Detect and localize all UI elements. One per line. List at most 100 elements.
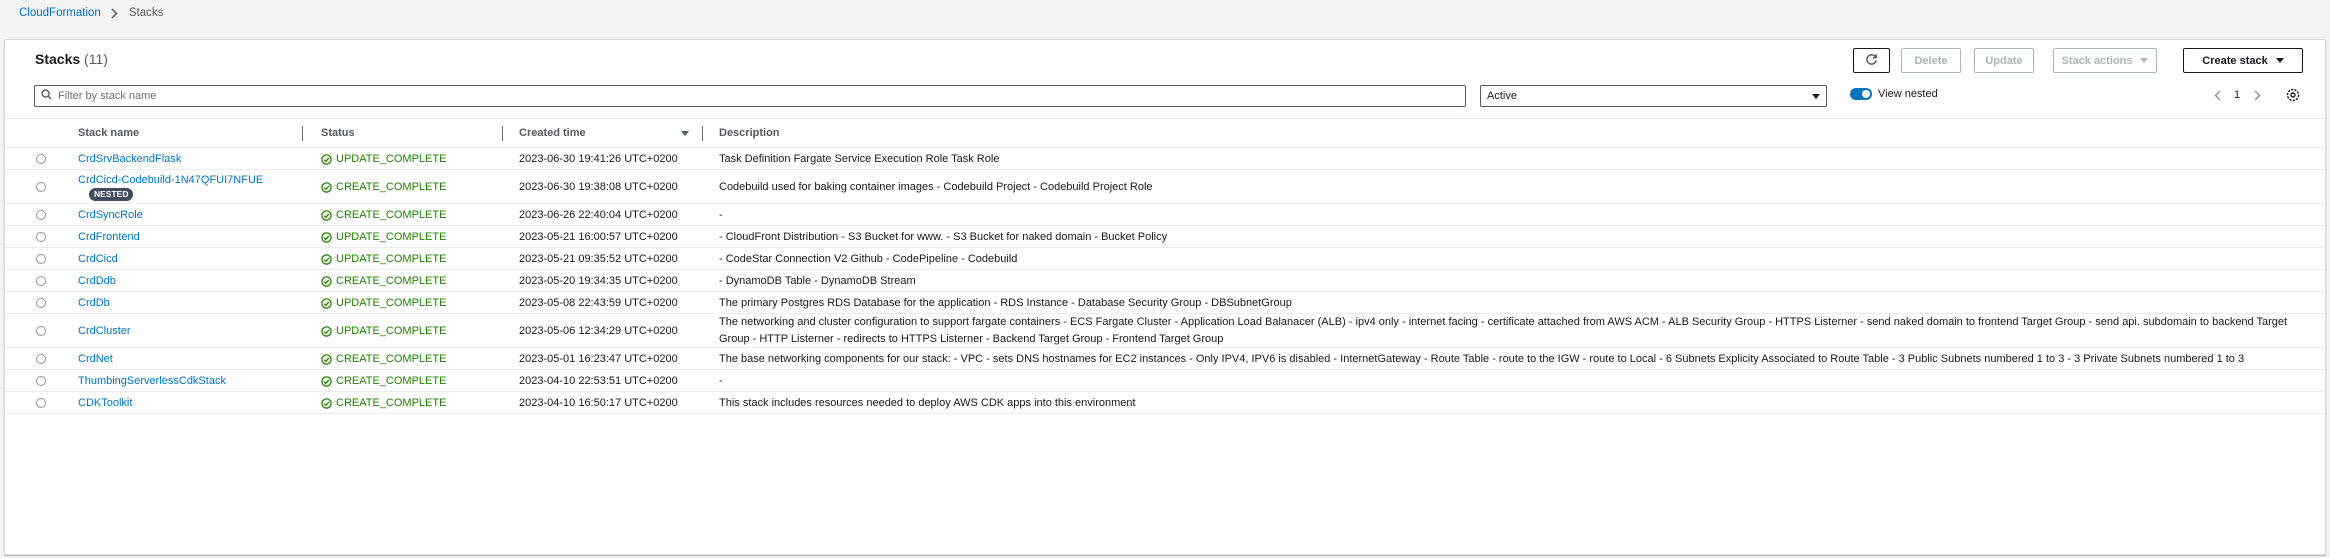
row-select-radio[interactable] bbox=[36, 276, 46, 286]
stack-name-link[interactable]: CrdSrvBackendFlask bbox=[78, 153, 181, 165]
table-row[interactable]: CrdDdb CREATE_COMPLETE 2023-05-20 19:34:… bbox=[5, 270, 2325, 292]
stack-description: Task Definition Fargate Service Executio… bbox=[719, 153, 1000, 165]
stack-actions-button[interactable]: Stack actions bbox=[2053, 48, 2157, 73]
delete-button[interactable]: Delete bbox=[1901, 48, 1961, 73]
row-select-radio[interactable] bbox=[36, 210, 46, 220]
refresh-icon bbox=[1865, 53, 1878, 69]
check-circle-icon bbox=[321, 181, 332, 193]
row-select-radio[interactable] bbox=[36, 326, 46, 336]
stacks-panel: Stacks (11) Delete Update Stack actions … bbox=[4, 39, 2326, 555]
check-circle-icon bbox=[321, 397, 332, 409]
created-time: 2023-05-21 16:00:57 UTC+0200 bbox=[519, 231, 678, 243]
column-header-description[interactable]: Description bbox=[719, 127, 780, 139]
search-input[interactable]: Filter by stack name bbox=[34, 85, 1466, 107]
breadcrumb-cloudformation-link[interactable]: CloudFormation bbox=[19, 7, 101, 19]
check-circle-icon bbox=[321, 231, 332, 243]
stack-name-link[interactable]: CrdCicd-Codebuild-1N47QFUI7NFUE bbox=[78, 174, 263, 186]
table-row[interactable]: CDKToolkit CREATE_COMPLETE 2023-04-10 16… bbox=[5, 392, 2325, 414]
stack-name-link[interactable]: CrdNet bbox=[78, 353, 113, 365]
stack-description: - bbox=[719, 375, 723, 387]
status-text: UPDATE_COMPLETE bbox=[336, 231, 447, 243]
table-row[interactable]: CrdCicd-Codebuild-1N47QFUI7NFUE NESTED C… bbox=[5, 170, 2325, 204]
chevron-right-icon[interactable] bbox=[2252, 88, 2262, 102]
search-placeholder: Filter by stack name bbox=[58, 90, 157, 102]
stack-name-link[interactable]: CrdCicd bbox=[78, 253, 118, 265]
status-text: CREATE_COMPLETE bbox=[336, 275, 447, 287]
gear-icon[interactable] bbox=[2286, 88, 2300, 102]
status-cell: UPDATE_COMPLETE bbox=[321, 325, 446, 337]
stack-actions-label: Stack actions bbox=[2061, 54, 2133, 67]
row-select-radio[interactable] bbox=[36, 376, 46, 386]
column-header-created-time[interactable]: Created time bbox=[519, 127, 586, 139]
table-row[interactable]: CrdSrvBackendFlask UPDATE_COMPLETE 2023-… bbox=[5, 148, 2325, 170]
column-resizer[interactable] bbox=[502, 126, 503, 141]
nested-badge: NESTED bbox=[89, 188, 134, 201]
view-nested-toggle[interactable] bbox=[1850, 88, 1872, 100]
table-row[interactable]: ThumbingServerlessCdkStack CREATE_COMPLE… bbox=[5, 370, 2325, 392]
stack-description: The primary Postgres RDS Database for th… bbox=[719, 297, 1292, 309]
page-number[interactable]: 1 bbox=[2234, 89, 2240, 101]
stack-name-link[interactable]: CDKToolkit bbox=[78, 397, 132, 409]
created-time: 2023-05-20 19:34:35 UTC+0200 bbox=[519, 275, 678, 287]
create-stack-button[interactable]: Create stack bbox=[2183, 48, 2303, 73]
caret-down-icon bbox=[2140, 58, 2149, 63]
column-resizer[interactable] bbox=[702, 126, 703, 141]
status-cell: CREATE_COMPLETE bbox=[321, 353, 446, 365]
stack-name-link[interactable]: CrdSyncRole bbox=[78, 209, 143, 221]
stack-name-link[interactable]: CrdFrontend bbox=[78, 231, 140, 243]
stack-description: The networking and cluster configuration… bbox=[719, 316, 2288, 345]
stack-description: - bbox=[719, 209, 723, 221]
page-title: Stacks (11) bbox=[35, 51, 108, 67]
row-select-radio[interactable] bbox=[36, 154, 46, 164]
table-row[interactable]: CrdCicd UPDATE_COMPLETE 2023-05-21 09:35… bbox=[5, 248, 2325, 270]
row-select-radio[interactable] bbox=[36, 354, 46, 364]
table-header: Stack name Status Created time Descripti… bbox=[5, 118, 2325, 148]
status-text: CREATE_COMPLETE bbox=[336, 209, 447, 221]
status-filter-select[interactable]: Active bbox=[1480, 85, 1827, 107]
stack-name-link[interactable]: CrdCluster bbox=[78, 325, 131, 337]
row-select-radio[interactable] bbox=[36, 398, 46, 408]
created-time: 2023-04-10 16:50:17 UTC+0200 bbox=[519, 397, 678, 409]
sort-descending-icon[interactable] bbox=[681, 131, 689, 136]
table-row[interactable]: CrdSyncRole CREATE_COMPLETE 2023-06-26 2… bbox=[5, 204, 2325, 226]
stack-description: - DynamoDB Table - DynamoDB Stream bbox=[719, 275, 916, 287]
stack-name-link[interactable]: ThumbingServerlessCdkStack bbox=[78, 375, 226, 387]
table-row[interactable]: CrdCluster UPDATE_COMPLETE 2023-05-06 12… bbox=[5, 314, 2325, 348]
status-cell: CREATE_COMPLETE bbox=[321, 275, 446, 287]
view-nested-label: View nested bbox=[1878, 88, 1938, 100]
caret-down-icon bbox=[2275, 58, 2284, 63]
refresh-button[interactable] bbox=[1853, 48, 1890, 73]
created-time: 2023-06-30 19:38:08 UTC+0200 bbox=[519, 181, 678, 193]
create-stack-label: Create stack bbox=[2202, 54, 2268, 67]
table-row[interactable]: CrdFrontend UPDATE_COMPLETE 2023-05-21 1… bbox=[5, 226, 2325, 248]
status-text: UPDATE_COMPLETE bbox=[336, 297, 447, 309]
stack-name-link[interactable]: CrdDdb bbox=[78, 275, 116, 287]
check-circle-icon bbox=[321, 209, 332, 221]
column-header-stack-name[interactable]: Stack name bbox=[78, 127, 139, 139]
search-icon bbox=[41, 89, 52, 103]
row-select-radio[interactable] bbox=[36, 232, 46, 242]
row-select-radio[interactable] bbox=[36, 298, 46, 308]
table-row[interactable]: CrdDb UPDATE_COMPLETE 2023-05-08 22:43:5… bbox=[5, 292, 2325, 314]
created-time: 2023-06-26 22:40:04 UTC+0200 bbox=[519, 209, 678, 221]
column-header-status[interactable]: Status bbox=[321, 127, 355, 139]
created-time: 2023-04-10 22:53:51 UTC+0200 bbox=[519, 375, 678, 387]
row-select-radio[interactable] bbox=[36, 254, 46, 264]
view-nested-toggle-group: View nested bbox=[1850, 88, 1938, 100]
table-row[interactable]: CrdNet CREATE_COMPLETE 2023-05-01 16:23:… bbox=[5, 348, 2325, 370]
check-circle-icon bbox=[321, 325, 332, 337]
stacks-count: (11) bbox=[84, 51, 108, 67]
created-time: 2023-05-08 22:43:59 UTC+0200 bbox=[519, 297, 678, 309]
row-select-radio[interactable] bbox=[36, 182, 46, 192]
status-text: CREATE_COMPLETE bbox=[336, 181, 447, 193]
check-circle-icon bbox=[321, 275, 332, 287]
status-text: CREATE_COMPLETE bbox=[336, 375, 447, 387]
chevron-left-icon[interactable] bbox=[2212, 88, 2222, 102]
column-resizer[interactable] bbox=[302, 126, 303, 141]
status-cell: UPDATE_COMPLETE bbox=[321, 153, 446, 165]
check-circle-icon bbox=[321, 353, 332, 365]
update-button[interactable]: Update bbox=[1974, 48, 2034, 73]
stack-name-link[interactable]: CrdDb bbox=[78, 297, 110, 309]
stack-description: This stack includes resources needed to … bbox=[719, 397, 1136, 409]
status-cell: UPDATE_COMPLETE bbox=[321, 231, 446, 243]
